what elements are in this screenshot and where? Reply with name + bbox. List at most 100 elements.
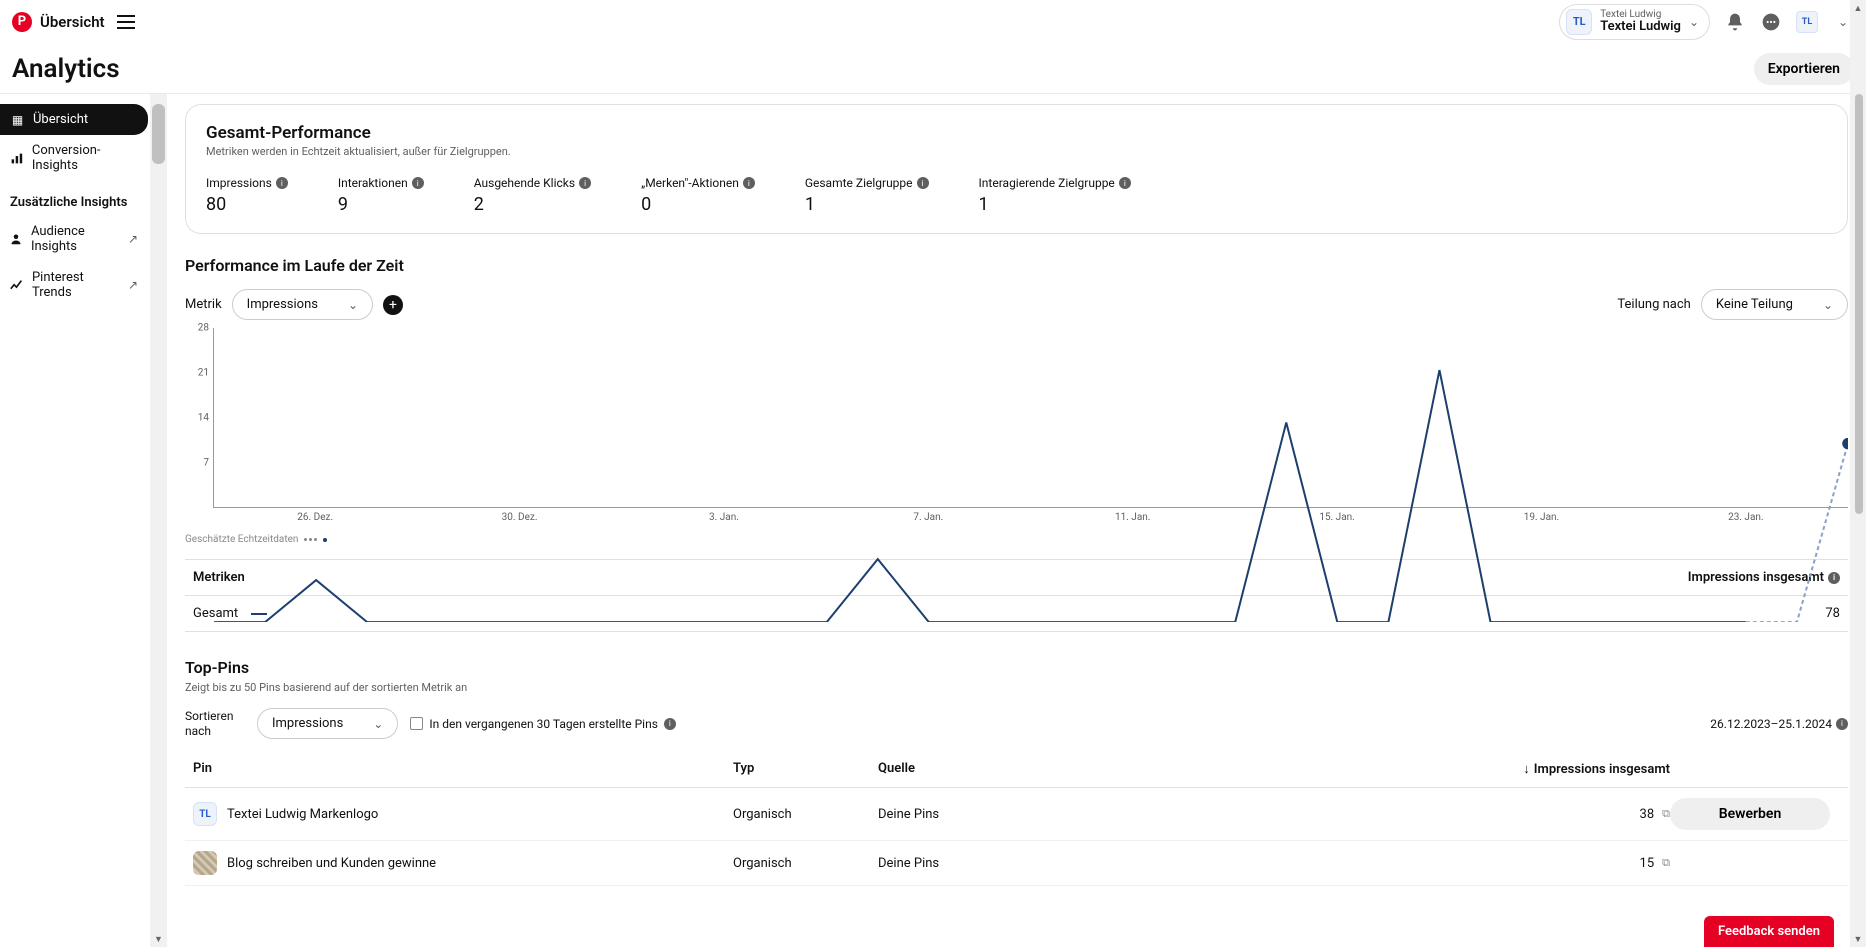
x-tick-label: 30. Dez. xyxy=(502,512,538,523)
date-range: 26.12.2023–25.1.2024 i xyxy=(1710,717,1848,731)
sort-label: Sortieren nach xyxy=(185,709,245,738)
sort-arrow-icon: ↓ xyxy=(1523,761,1530,777)
info-icon[interactable]: i xyxy=(743,177,755,189)
chevron-down-icon: ⌄ xyxy=(373,717,383,731)
pin-type: Organisch xyxy=(733,807,878,822)
sidebar-extra-heading: Zusätzliche Insights xyxy=(0,181,150,216)
x-tick-label: 23. Jan. xyxy=(1728,512,1763,523)
account-avatar-icon: TL xyxy=(1566,9,1592,35)
main-scrollbar[interactable] xyxy=(1854,94,1864,947)
add-metric-button[interactable]: + xyxy=(383,295,403,315)
y-tick-label: 7 xyxy=(203,458,209,469)
account-switcher[interactable]: TL Textei Ludwig Textei Ludwig ⌄ xyxy=(1559,4,1710,40)
x-tick-label: 11. Jan. xyxy=(1115,512,1150,523)
metric-value: 2 xyxy=(474,194,591,215)
info-icon[interactable]: i xyxy=(1119,177,1131,189)
person-icon xyxy=(10,232,23,247)
grid-icon: ▦ xyxy=(10,112,25,127)
x-tick-label: 3. Jan. xyxy=(709,512,739,523)
nav-label: Audience Insights xyxy=(31,224,120,254)
copy-icon[interactable]: ⧉ xyxy=(1662,807,1670,821)
metric-label: Metrik xyxy=(185,297,222,312)
card-subtitle: Metriken werden in Echtzeit aktualisiert… xyxy=(206,145,1827,158)
nav-overview[interactable]: ▦ Übersicht xyxy=(0,104,148,135)
metric-value: 1 xyxy=(979,194,1131,215)
pin-source: Deine Pins xyxy=(878,856,1500,871)
y-tick-label: 28 xyxy=(198,323,209,334)
x-tick-label: 26. Dez. xyxy=(297,512,333,523)
mini-avatar-icon[interactable]: TL xyxy=(1796,11,1818,33)
nav-label: Pinterest Trends xyxy=(32,270,120,300)
col-impressions[interactable]: ↓ Impressions insgesamt xyxy=(1500,761,1670,777)
nav-pinterest-trends[interactable]: Pinterest Trends ↗ xyxy=(0,262,148,308)
metric-item: Impressions i 80 xyxy=(206,176,288,215)
promote-button[interactable]: Bewerben xyxy=(1670,798,1830,830)
metric-select[interactable]: Impressions ⌄ xyxy=(232,289,373,320)
info-icon[interactable]: i xyxy=(412,177,424,189)
y-tick-label: 21 xyxy=(198,368,209,379)
sort-select[interactable]: Impressions ⌄ xyxy=(257,708,398,739)
sidebar: ▦ Übersicht Conversion-Insights Zusätzli… xyxy=(0,94,150,947)
col-typ: Typ xyxy=(733,761,878,777)
x-tick-label: 19. Jan. xyxy=(1524,512,1559,523)
pin-type: Organisch xyxy=(733,856,878,871)
x-tick-label: 15. Jan. xyxy=(1319,512,1354,523)
chat-icon[interactable] xyxy=(1760,11,1782,33)
info-icon[interactable]: i xyxy=(1836,718,1848,730)
scrollbar-thumb[interactable] xyxy=(1855,94,1863,514)
col-pin: Pin xyxy=(193,761,733,777)
trend-icon xyxy=(10,278,24,293)
chart-icon xyxy=(10,151,24,166)
metric-item: „Merken"-Aktionen i 0 xyxy=(641,176,755,215)
x-tick-label: 7. Jan. xyxy=(913,512,943,523)
page-title: Analytics xyxy=(12,54,120,84)
pin-source: Deine Pins xyxy=(878,807,1500,822)
scroll-up-arrow[interactable]: ▲ xyxy=(1850,0,1866,16)
bell-icon[interactable] xyxy=(1724,11,1746,33)
nav-conversion-insights[interactable]: Conversion-Insights xyxy=(0,135,148,181)
info-icon[interactable]: i xyxy=(917,177,929,189)
select-value: Keine Teilung xyxy=(1716,297,1793,312)
pin-impressions: 15 xyxy=(1640,856,1655,871)
chart-plot xyxy=(213,328,1848,508)
sidebar-scrollbar[interactable]: ▼ xyxy=(150,94,167,947)
info-icon[interactable]: i xyxy=(664,718,676,730)
chevron-down-icon: ⌄ xyxy=(1689,15,1699,29)
metric-value: 1 xyxy=(805,194,929,215)
chevron-down-icon: ⌄ xyxy=(348,298,358,312)
metric-label-text: Interaktionen xyxy=(338,176,408,190)
menu-icon[interactable] xyxy=(117,15,135,29)
nav-label: Übersicht xyxy=(33,112,88,127)
checkbox-icon[interactable] xyxy=(410,717,423,730)
split-label: Teilung nach xyxy=(1617,297,1690,312)
metric-value: 0 xyxy=(641,194,755,215)
card-title: Gesamt-Performance xyxy=(206,123,1827,143)
metric-label-text: „Merken"-Aktionen xyxy=(641,176,739,190)
metric-label-text: Impressions xyxy=(206,176,272,190)
total-performance-card: Gesamt-Performance Metriken werden in Ec… xyxy=(185,104,1848,234)
table-row[interactable]: Blog schreiben und Kunden gewinne Organi… xyxy=(185,841,1848,886)
scrollbar-thumb[interactable] xyxy=(152,104,165,164)
table-row[interactable]: TL Textei Ludwig Markenlogo Organisch De… xyxy=(185,788,1848,841)
account-name: Textei Ludwig xyxy=(1600,20,1681,34)
pin-impressions: 38 xyxy=(1640,807,1655,822)
top-header: P Übersicht TL Textei Ludwig Textei Ludw… xyxy=(0,0,1866,44)
scroll-down-arrow[interactable]: ▼ xyxy=(150,931,167,947)
metric-value: 80 xyxy=(206,194,288,215)
export-button[interactable]: Exportieren xyxy=(1754,53,1854,85)
feedback-button[interactable]: Feedback senden xyxy=(1704,916,1834,947)
pin-name: Blog schreiben und Kunden gewinne xyxy=(227,856,436,871)
info-icon[interactable]: i xyxy=(276,177,288,189)
pinterest-logo-icon[interactable]: P xyxy=(12,12,32,32)
top-pins-subtitle: Zeigt bis zu 50 Pins basierend auf der s… xyxy=(185,681,1848,694)
sub-header: Analytics Exportieren xyxy=(0,44,1866,94)
external-link-icon: ↗ xyxy=(128,278,138,292)
info-icon[interactable]: i xyxy=(579,177,591,189)
copy-icon[interactable]: ⧉ xyxy=(1662,856,1670,870)
nav-audience-insights[interactable]: Audience Insights ↗ xyxy=(0,216,148,262)
external-link-icon: ↗ xyxy=(128,232,138,246)
pin-thumbnail-icon: TL xyxy=(193,802,217,826)
split-select[interactable]: Keine Teilung ⌄ xyxy=(1701,289,1848,320)
last-30-days-checkbox[interactable]: In den vergangenen 30 Tagen erstellte Pi… xyxy=(410,717,676,731)
pin-thumbnail-icon xyxy=(193,851,217,875)
